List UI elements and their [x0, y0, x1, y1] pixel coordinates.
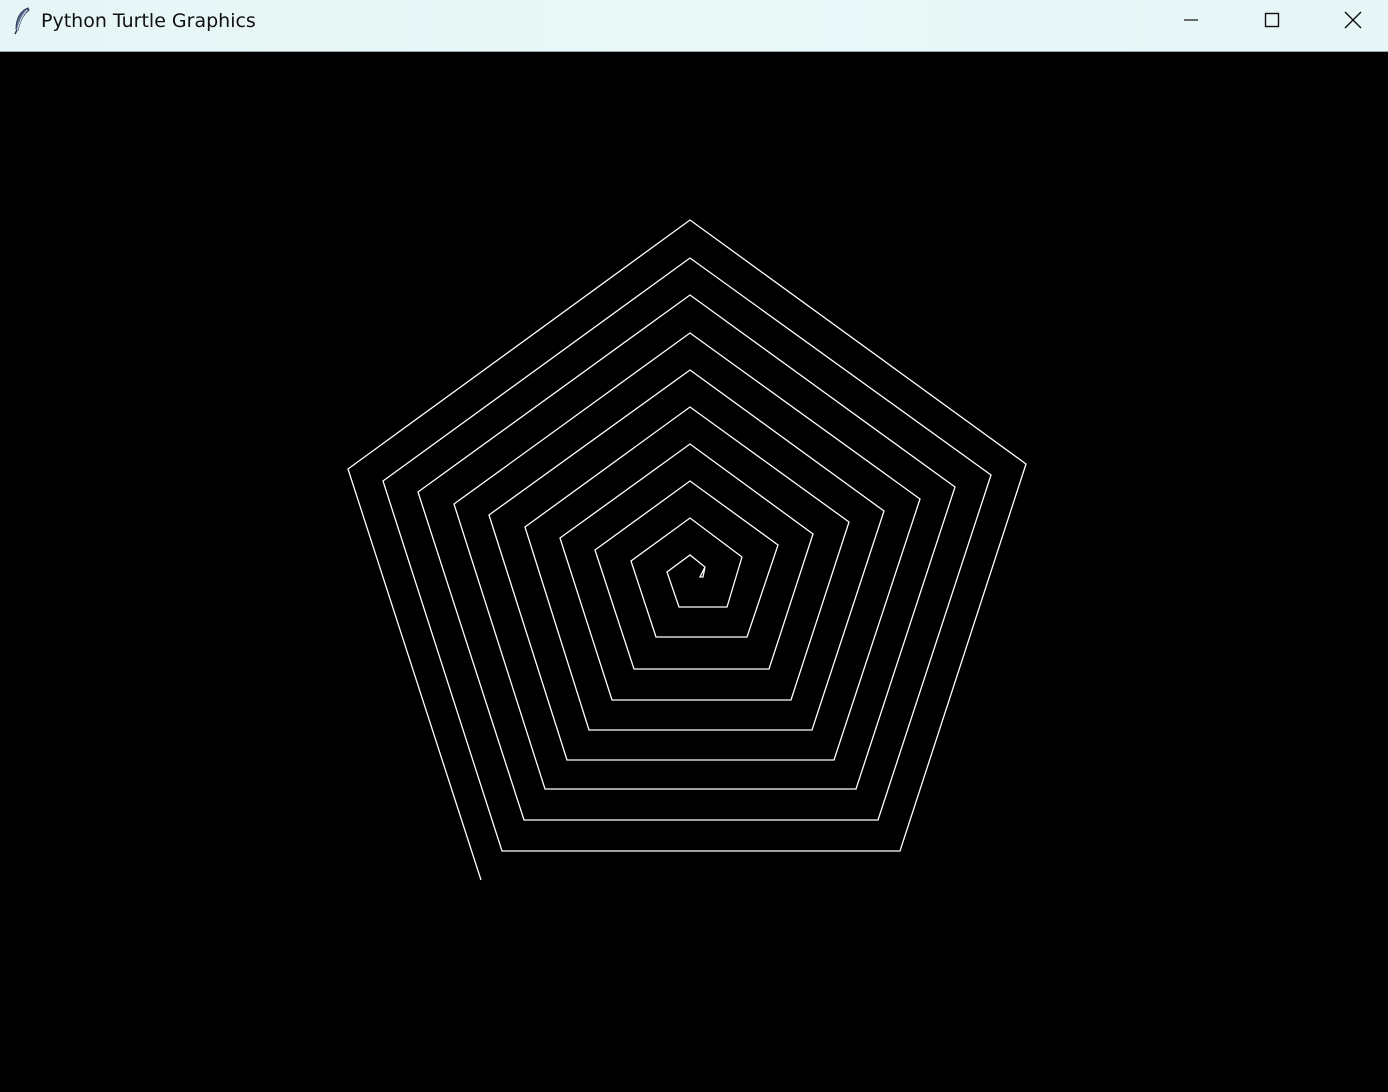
maximize-icon	[1264, 12, 1280, 33]
maximize-button[interactable]	[1237, 0, 1307, 44]
pentagon-spiral-line	[347, 219, 1027, 881]
canvas-drawing-surface	[347, 219, 1027, 881]
turtle-canvas[interactable]	[1, 54, 1386, 1091]
turtle-window: Python Turtle Graphics	[0, 0, 1388, 1092]
close-button[interactable]	[1318, 0, 1388, 44]
minimize-button[interactable]	[1156, 0, 1226, 44]
title-bar[interactable]: Python Turtle Graphics	[0, 0, 1388, 52]
minimize-icon	[1183, 12, 1199, 33]
feather-icon	[12, 7, 32, 35]
window-title: Python Turtle Graphics	[41, 10, 256, 32]
close-icon	[1344, 11, 1362, 34]
